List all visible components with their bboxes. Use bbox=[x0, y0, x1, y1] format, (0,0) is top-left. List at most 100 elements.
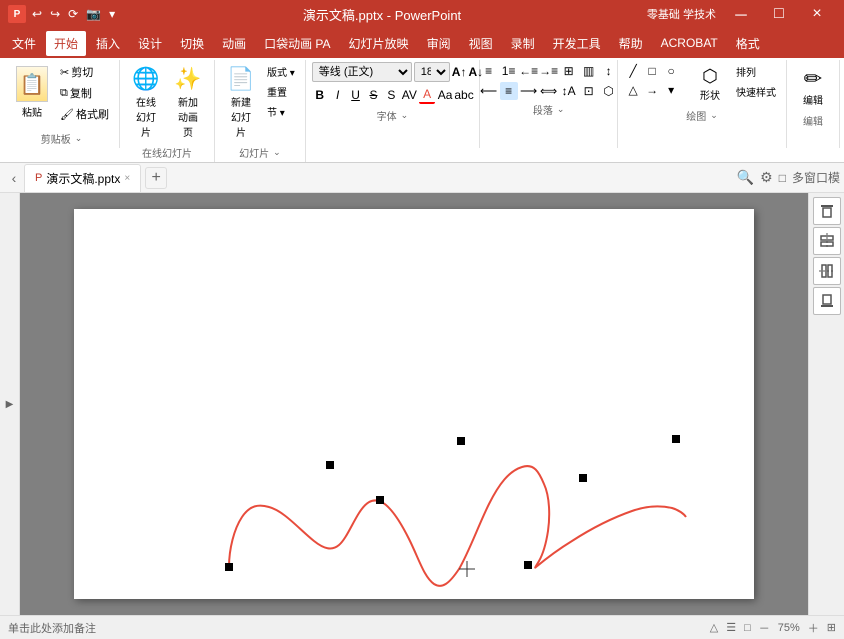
increase-font-btn[interactable]: A↑ bbox=[452, 63, 467, 81]
zoom-in-btn[interactable]: ＋ bbox=[808, 620, 819, 636]
multiwindow-label[interactable]: 多窗口模 bbox=[792, 169, 840, 186]
close-btn[interactable]: × bbox=[798, 0, 836, 28]
redo-btn[interactable]: ↪ bbox=[48, 7, 62, 21]
strikethrough-btn[interactable]: S bbox=[366, 86, 382, 104]
font-name-select[interactable]: 等线 (正文) bbox=[312, 62, 412, 82]
char-space-btn[interactable]: AV bbox=[401, 86, 417, 104]
slide-layout-col: 版式 ▾ 重置 节 ▾ bbox=[263, 62, 299, 121]
columns-btn[interactable]: ▥ bbox=[580, 62, 598, 80]
reset-slide-btn[interactable]: 重置 bbox=[263, 82, 299, 101]
control-point-6[interactable] bbox=[579, 474, 587, 482]
increase-indent-btn[interactable]: →≡ bbox=[540, 62, 558, 80]
menu-home[interactable]: 开始 bbox=[46, 31, 86, 56]
drawing-expand[interactable]: ⌄ bbox=[710, 110, 718, 121]
window-icon[interactable]: □ bbox=[779, 171, 786, 185]
editing-btn[interactable]: ✏ 编辑 bbox=[793, 62, 833, 111]
font-expand[interactable]: ⌄ bbox=[401, 110, 409, 121]
clipboard-expand[interactable]: ⌄ bbox=[75, 133, 83, 144]
menu-acrobat[interactable]: ACROBAT bbox=[653, 32, 726, 54]
font-size-select[interactable]: 18 bbox=[414, 62, 450, 82]
justify-btn[interactable]: ⟺ bbox=[540, 82, 558, 100]
undo-btn[interactable]: ↩ bbox=[30, 7, 44, 21]
menu-file[interactable]: 文件 bbox=[4, 31, 44, 56]
menu-review[interactable]: 审阅 bbox=[419, 31, 459, 56]
control-point-3[interactable] bbox=[376, 496, 384, 504]
underline-btn[interactable]: U bbox=[348, 86, 364, 104]
bold-btn[interactable]: B bbox=[312, 86, 328, 104]
tab-nav-left[interactable]: ‹ bbox=[4, 168, 24, 188]
cut-button[interactable]: ✂ 剪切 bbox=[56, 62, 113, 82]
minimize-btn[interactable]: － bbox=[722, 0, 760, 28]
paragraph-expand[interactable]: ⌄ bbox=[557, 104, 565, 115]
menu-animations[interactable]: 动画 bbox=[214, 31, 254, 56]
search-icon[interactable]: 🔍 bbox=[737, 169, 754, 186]
control-point-2[interactable] bbox=[326, 461, 334, 469]
shadow-btn[interactable]: S bbox=[383, 86, 399, 104]
slide-layout-btn[interactable]: 版式 ▾ bbox=[263, 62, 299, 81]
decrease-indent-btn[interactable]: ←≡ bbox=[520, 62, 538, 80]
center-vertical-btn[interactable] bbox=[813, 257, 841, 285]
add-notes-label[interactable]: 单击此处添加备注 bbox=[8, 620, 96, 636]
slide-tab-active[interactable]: P 演示文稿.pptx × bbox=[24, 164, 141, 192]
numbering-btn[interactable]: 1≡ bbox=[500, 62, 518, 80]
convert-smartart-btn[interactable]: ⬡ bbox=[600, 82, 618, 100]
italic-btn[interactable]: I bbox=[330, 86, 346, 104]
menu-format[interactable]: 格式 bbox=[728, 31, 768, 56]
font-color-btn[interactable]: A bbox=[419, 86, 435, 104]
copy-button[interactable]: ⧉ 复制 bbox=[56, 83, 113, 103]
center-horizontal-btn[interactable] bbox=[813, 227, 841, 255]
control-point-4[interactable] bbox=[457, 437, 465, 445]
settings-icon[interactable]: ⚙ bbox=[760, 169, 773, 186]
zoom-out-btn[interactable]: － bbox=[759, 620, 770, 636]
menu-record[interactable]: 录制 bbox=[503, 31, 543, 56]
new-slide-button[interactable]: 📄 新建幻灯片 bbox=[221, 62, 261, 143]
smartart-btn[interactable]: ⊞ bbox=[560, 62, 578, 80]
text-align-btn[interactable]: ⊡ bbox=[580, 82, 598, 100]
align-center-btn[interactable]: ≡ bbox=[500, 82, 518, 100]
menu-insert[interactable]: 插入 bbox=[88, 31, 128, 56]
arrange-btn[interactable]: 排列 bbox=[732, 62, 780, 81]
menu-pocketanim[interactable]: 口袋动画 PA bbox=[256, 31, 338, 56]
paste-button[interactable]: 📋 粘贴 bbox=[10, 62, 54, 123]
shape-arrow[interactable]: → bbox=[643, 81, 661, 99]
align-bottom-btn[interactable] bbox=[813, 287, 841, 315]
text-direction-btn[interactable]: ↕A bbox=[560, 82, 578, 100]
slides-expand[interactable]: ⌄ bbox=[273, 147, 281, 158]
clear-format-btn[interactable]: abc bbox=[455, 86, 473, 104]
screenshot-btn[interactable]: 📷 bbox=[84, 7, 103, 21]
control-point-1[interactable] bbox=[225, 563, 233, 571]
tab-close-btn[interactable]: × bbox=[124, 173, 130, 184]
menu-view[interactable]: 视图 bbox=[461, 31, 501, 56]
line-spacing-btn[interactable]: ↕ bbox=[600, 62, 618, 80]
shape-oval[interactable]: ○ bbox=[662, 62, 680, 80]
shape-triangle[interactable]: △ bbox=[624, 81, 642, 99]
shape-rect[interactable]: □ bbox=[643, 62, 661, 80]
align-left-btn[interactable]: ⟵ bbox=[480, 82, 498, 100]
control-point-7[interactable] bbox=[672, 435, 680, 443]
auto-save-icon[interactable]: ⟳ bbox=[66, 7, 80, 21]
qat-more[interactable]: ▾ bbox=[107, 7, 117, 21]
new-animation-button[interactable]: ✨ 新加动画页 bbox=[168, 62, 208, 143]
shape-more[interactable]: ▾ bbox=[662, 81, 680, 99]
section-btn[interactable]: 节 ▾ bbox=[263, 102, 299, 121]
format-painter-button[interactable]: 🖌 格式刷 bbox=[56, 104, 113, 124]
quick-styles-btn[interactable]: 快速样式 bbox=[732, 82, 780, 101]
shapes-btn[interactable]: ⬡ 形状 bbox=[692, 62, 728, 106]
online-slide-button[interactable]: 🌐 在线幻灯片 bbox=[126, 62, 166, 143]
menu-devtools[interactable]: 开发工具 bbox=[545, 31, 609, 56]
menu-help[interactable]: 帮助 bbox=[611, 31, 651, 56]
restore-btn[interactable]: □ bbox=[760, 0, 798, 28]
align-right-btn[interactable]: ⟶ bbox=[520, 82, 538, 100]
font-case-btn[interactable]: Aa bbox=[437, 86, 453, 104]
slides-panel-toggle[interactable]: ▶ bbox=[0, 193, 20, 615]
menu-design[interactable]: 设计 bbox=[130, 31, 170, 56]
menu-transitions[interactable]: 切换 bbox=[172, 31, 212, 56]
bullets-btn[interactable]: ≡ bbox=[480, 62, 498, 80]
new-tab-btn[interactable]: + bbox=[145, 167, 167, 189]
fit-window-btn[interactable]: ⊞ bbox=[827, 621, 836, 634]
menu-slideshow[interactable]: 幻灯片放映 bbox=[341, 31, 417, 56]
control-point-5[interactable] bbox=[524, 561, 532, 569]
align-top-btn[interactable] bbox=[813, 197, 841, 225]
shape-line[interactable]: ╱ bbox=[624, 62, 642, 80]
slide-canvas[interactable] bbox=[74, 209, 754, 599]
